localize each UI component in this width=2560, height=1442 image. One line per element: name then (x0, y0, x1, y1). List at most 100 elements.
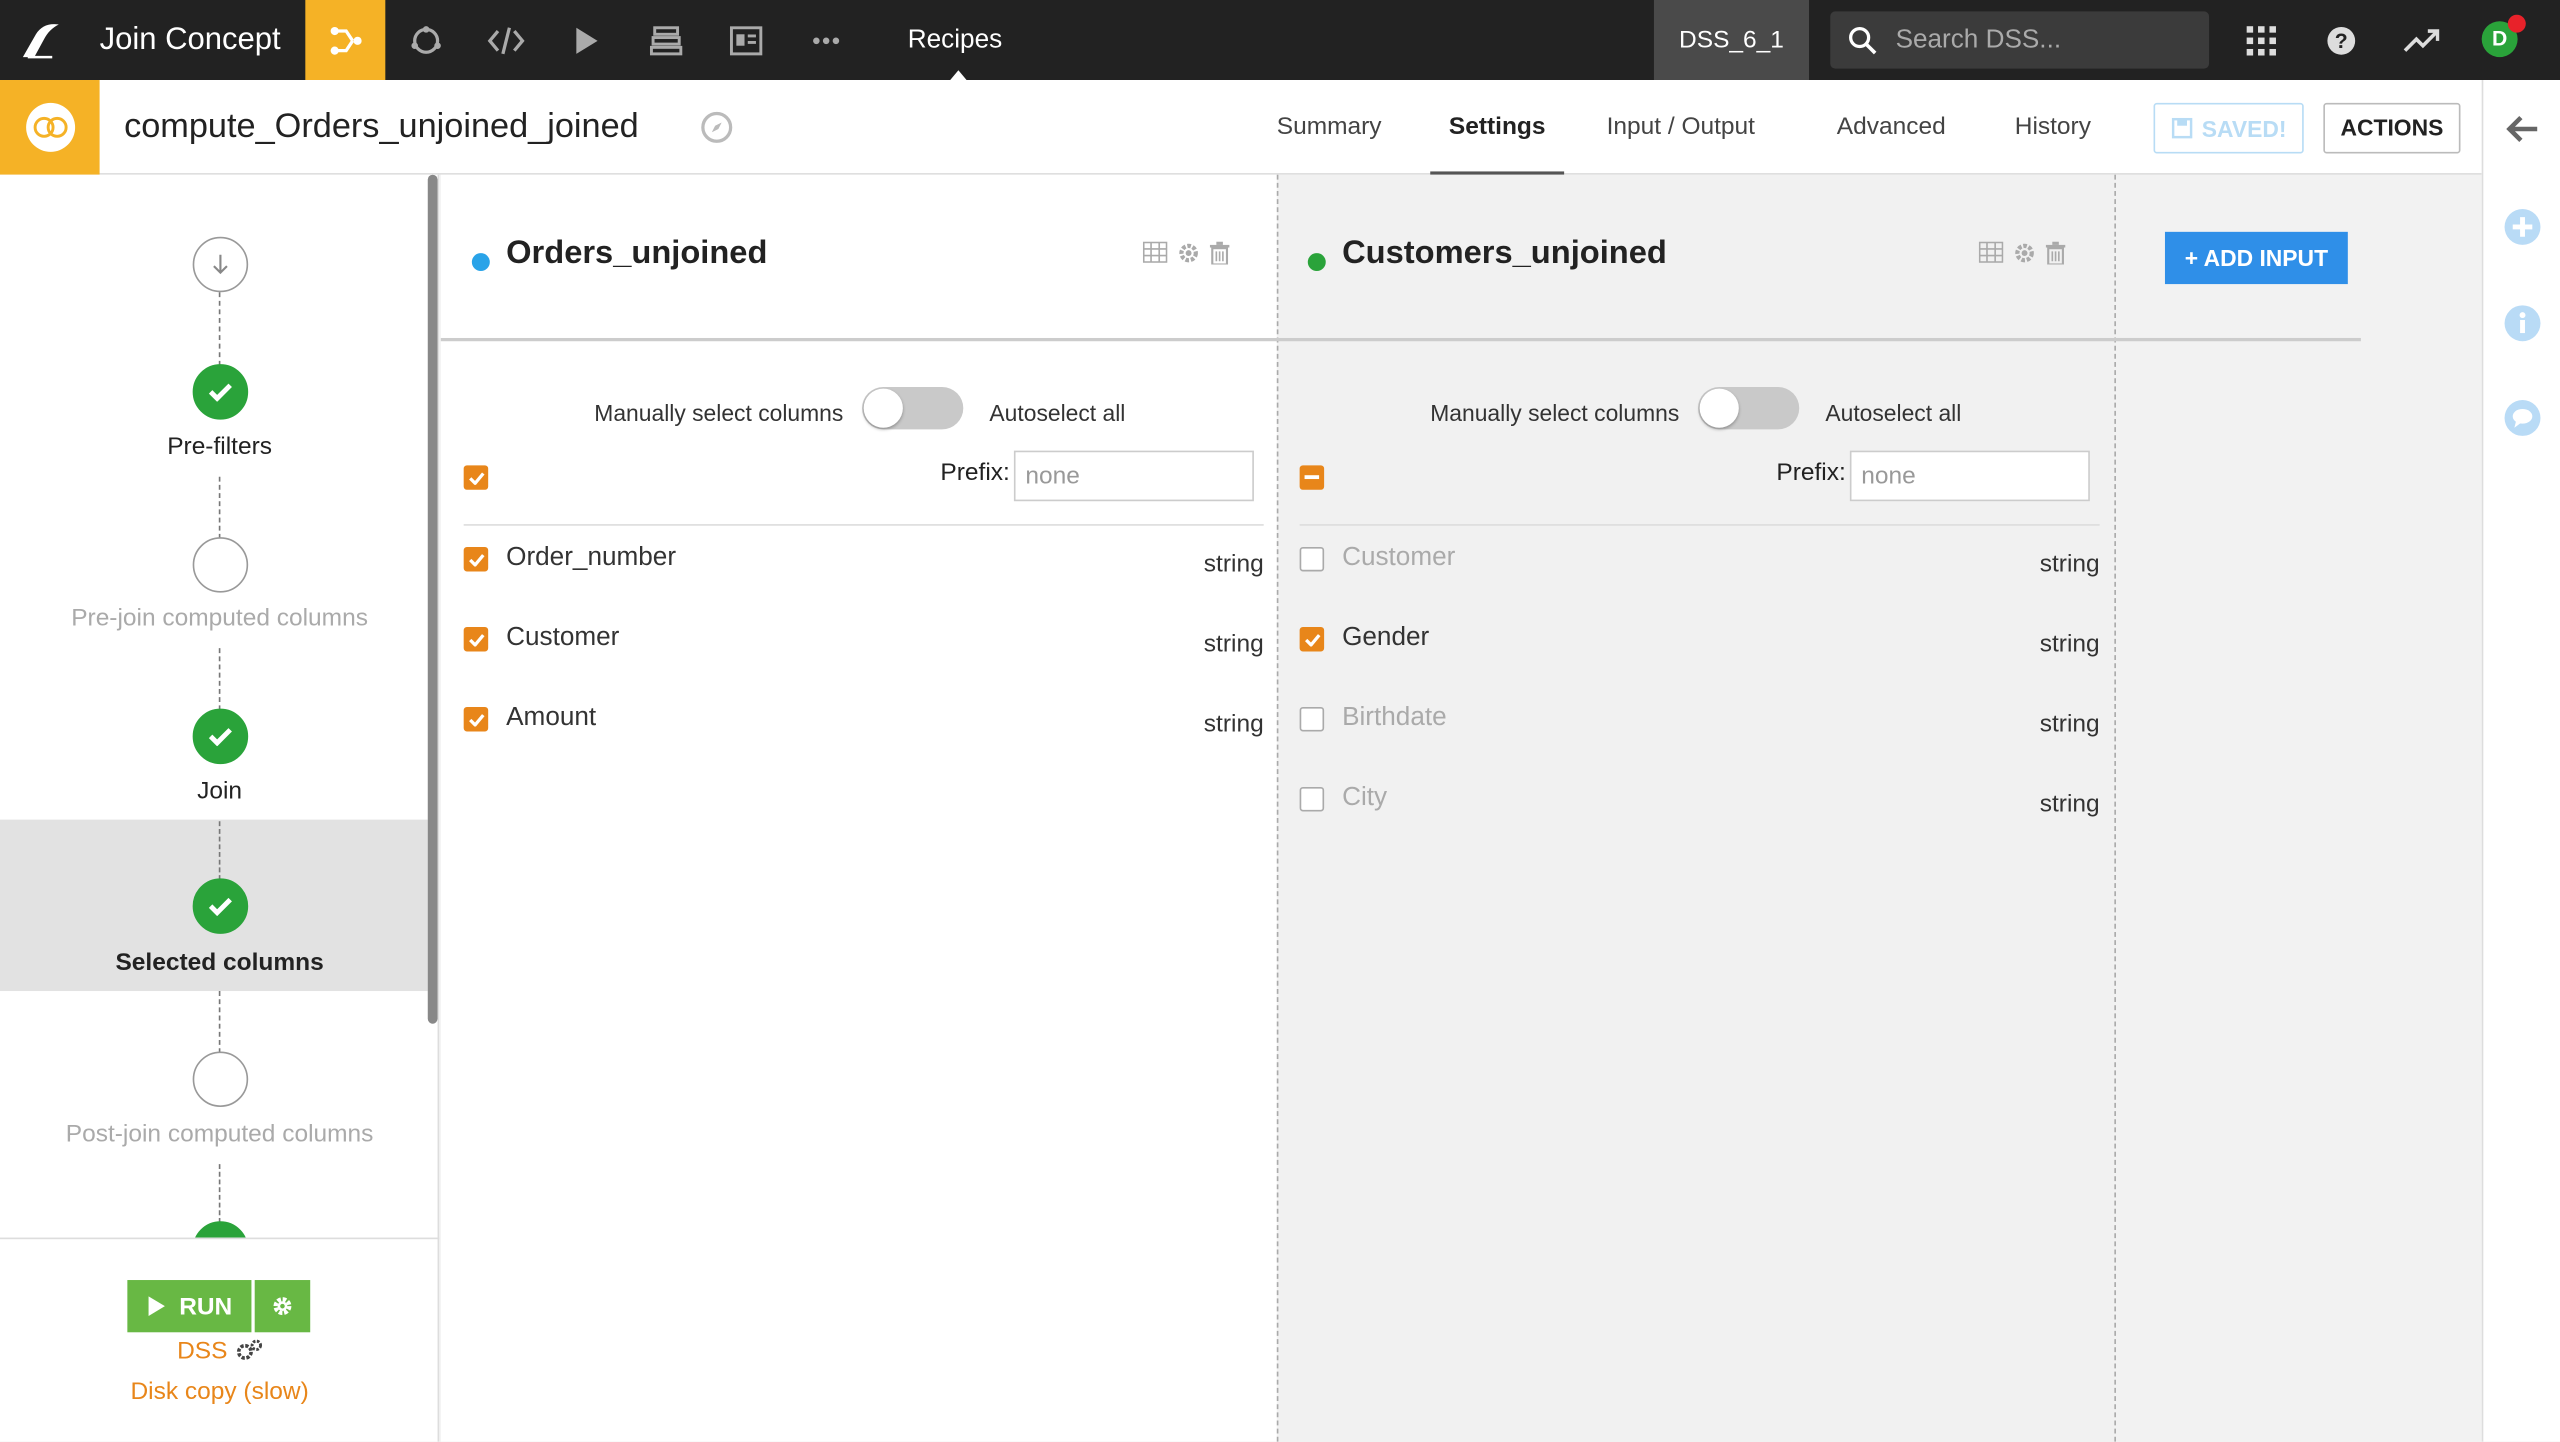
step-connector (218, 991, 221, 1054)
tab-advanced[interactable]: Advanced (1837, 80, 1946, 175)
trash-icon[interactable] (2045, 241, 2066, 265)
dss-logo-icon[interactable] (0, 0, 82, 80)
stack-icon[interactable] (625, 0, 705, 80)
column-name: City (1342, 783, 1388, 812)
column-type: string (2039, 550, 2100, 578)
dataset-name[interactable]: Customers_unjoined (1342, 235, 1667, 273)
code-icon[interactable] (465, 0, 545, 80)
tab-history[interactable]: History (2015, 80, 2091, 175)
global-search[interactable] (1830, 11, 2210, 69)
discussion-icon[interactable] (2503, 398, 2542, 437)
column-checkbox[interactable] (1299, 706, 1325, 732)
autoselect-toggle[interactable] (1698, 386, 1800, 430)
manual-select-label: Manually select columns (594, 400, 844, 427)
engine-gears-icon (236, 1339, 262, 1360)
flow-icon[interactable] (305, 0, 386, 81)
tab-settings[interactable]: Settings (1430, 80, 1565, 175)
step-prejoin-computed[interactable]: Pre-join computed columns (0, 604, 438, 632)
dataset-color-dot (471, 253, 490, 272)
column-checkbox[interactable] (1299, 786, 1325, 812)
instance-name[interactable]: DSS_6_1 (1653, 0, 1810, 81)
gear-icon[interactable] (1177, 242, 1200, 265)
select-all-checkbox[interactable] (463, 465, 489, 490)
step-output-check-icon[interactable] (192, 1221, 249, 1238)
recipe-title[interactable]: compute_Orders_unjoined_joined (124, 80, 639, 175)
steps-start-icon (192, 236, 249, 293)
autoselect-toggle[interactable] (862, 386, 964, 430)
trash-icon[interactable] (1209, 241, 1230, 265)
recipe-header: compute_Orders_unjoined_joined Summary S… (0, 80, 2482, 175)
manual-select-label: Manually select columns (1430, 400, 1680, 427)
lab-icon[interactable] (385, 0, 465, 80)
header-separator (440, 337, 2361, 342)
saved-button[interactable]: SAVED! (2153, 102, 2304, 154)
column-type: string (1203, 710, 1264, 738)
notification-dot (2507, 14, 2526, 33)
table-icon[interactable] (1142, 241, 1168, 263)
info-icon[interactable] (2503, 304, 2542, 343)
column-type: string (2039, 790, 2100, 818)
select-all-checkbox-partial[interactable] (1299, 465, 1325, 490)
recipe-steps-sidebar: Pre-filters Pre-join computed columns Jo… (0, 174, 440, 1238)
search-input[interactable] (1895, 11, 2198, 69)
step-prejoin-circle-icon[interactable] (192, 537, 249, 593)
actions-button[interactable]: ACTIONS (2323, 102, 2461, 154)
autoselect-label: Autoselect all (1825, 400, 1962, 427)
save-icon (2171, 117, 2192, 139)
step-connector (218, 821, 221, 881)
divider (1299, 524, 2100, 526)
prefix-input[interactable] (1849, 450, 2090, 502)
column-checkbox[interactable] (463, 626, 489, 652)
section-caret (950, 70, 967, 81)
current-section-recipes[interactable]: Recipes (908, 0, 1002, 80)
activity-trend-icon[interactable] (2380, 0, 2460, 80)
step-prefilters[interactable]: Pre-filters (0, 433, 438, 461)
more-icon[interactable] (785, 0, 865, 80)
add-input-button[interactable]: + ADD INPUT (2164, 231, 2348, 285)
step-join[interactable]: Join (0, 777, 438, 805)
jobs-play-icon[interactable] (545, 0, 625, 80)
step-postjoin-computed[interactable]: Post-join computed columns (0, 1120, 438, 1148)
dataset-color-dot (1307, 253, 1326, 272)
step-join-check-icon[interactable] (192, 708, 249, 765)
help-icon[interactable]: ? (2300, 0, 2380, 80)
column-checkbox[interactable] (1299, 626, 1325, 652)
column-checkbox[interactable] (463, 706, 489, 732)
engine-mode[interactable]: Disk copy (slow) (0, 1378, 439, 1406)
step-postjoin-circle-icon[interactable] (192, 1051, 249, 1107)
step-connector (218, 1164, 221, 1223)
run-button[interactable]: RUN (127, 1280, 252, 1333)
column-checkbox[interactable] (1299, 546, 1325, 572)
tab-input-output[interactable]: Input / Output (1607, 80, 1755, 175)
project-name[interactable]: Join Concept (100, 0, 281, 80)
table-icon[interactable] (1978, 241, 2004, 263)
compass-icon[interactable] (700, 111, 733, 144)
panel-separator (1276, 174, 1279, 1442)
prefix-input[interactable] (1013, 450, 1254, 502)
gear-icon[interactable] (2013, 242, 2036, 265)
divider (463, 524, 1264, 526)
run-settings-gear-icon[interactable] (254, 1280, 311, 1333)
dataset-name[interactable]: Orders_unjoined (506, 235, 767, 273)
prefix-label: Prefix: (940, 458, 1010, 487)
svg-text:?: ? (2334, 29, 2347, 52)
dashboard-icon[interactable] (705, 0, 785, 80)
play-icon (148, 1296, 165, 1316)
back-arrow-icon[interactable] (2503, 109, 2542, 148)
sidebar-scrollbar[interactable] (427, 174, 438, 1024)
autoselect-label: Autoselect all (989, 400, 1126, 427)
dataset-tools (1978, 241, 2066, 265)
step-prefilters-check-icon[interactable] (192, 364, 249, 420)
column-name: Amount (506, 703, 597, 732)
step-selected-columns[interactable]: Selected columns (0, 949, 438, 977)
engine-selector[interactable]: DSS (0, 1337, 439, 1365)
column-checkbox[interactable] (463, 546, 489, 572)
saved-label: SAVED! (2201, 115, 2287, 142)
tab-summary[interactable]: Summary (1277, 80, 1382, 175)
apps-grid-icon[interactable] (2220, 0, 2300, 80)
step-selected-columns-check-icon[interactable] (192, 878, 249, 934)
add-circle-icon[interactable] (2503, 207, 2542, 246)
column-name: Birthdate (1342, 703, 1447, 732)
prefix-label: Prefix: (1776, 458, 1846, 487)
run-label: RUN (179, 1292, 233, 1321)
